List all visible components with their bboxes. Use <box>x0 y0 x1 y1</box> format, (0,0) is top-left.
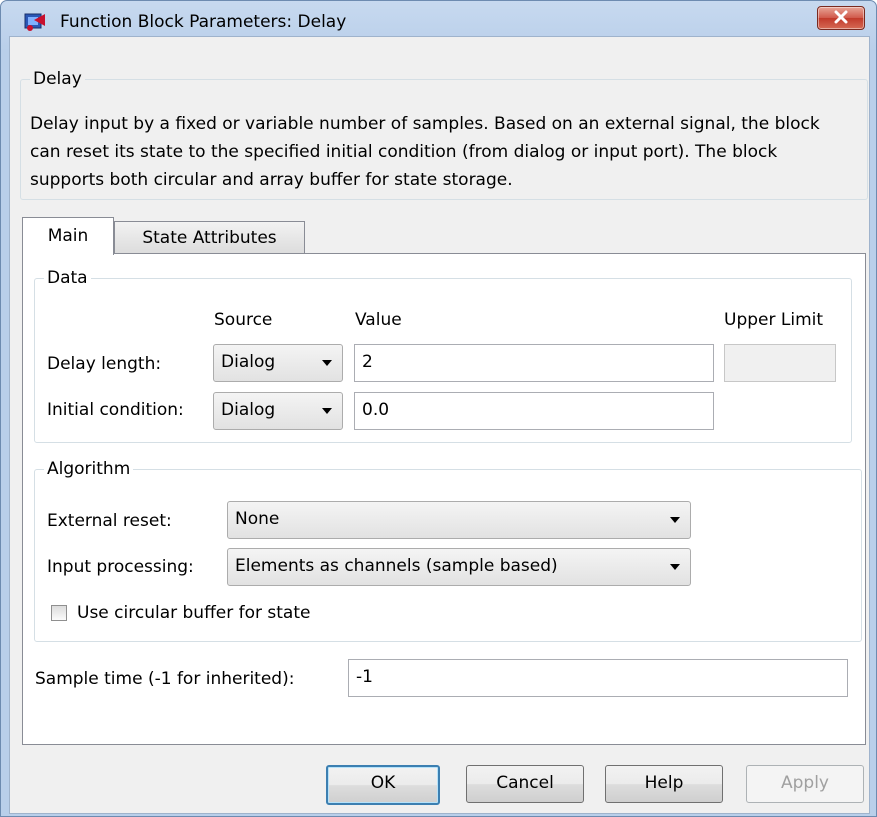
delay-length-value-field[interactable]: 2 <box>354 344 714 382</box>
upper-limit-column-header: Upper Limit <box>724 310 824 330</box>
chevron-down-icon <box>322 360 332 366</box>
upper-limit-field <box>724 344 836 382</box>
window-title: Function Block Parameters: Delay <box>60 12 347 32</box>
input-processing-dropdown[interactable]: Elements as channels (sample based) <box>227 548 691 586</box>
delay-length-source-value: Dialog <box>221 352 276 372</box>
help-button[interactable]: Help <box>605 765 723 803</box>
delay-length-value: 2 <box>362 352 373 372</box>
initial-condition-source-value: Dialog <box>221 400 276 420</box>
apply-button[interactable]: Apply <box>746 765 864 803</box>
source-column-header: Source <box>214 310 273 330</box>
block-description: Delay input by a fixed or variable numbe… <box>30 114 820 190</box>
sample-time-field[interactable]: -1 <box>348 659 848 697</box>
dialog-window: Function Block Parameters: Delay Delay D… <box>0 0 877 817</box>
initial-condition-value-field[interactable]: 0.0 <box>354 392 714 430</box>
algorithm-group-label: Algorithm <box>44 459 134 479</box>
input-processing-value: Elements as channels (sample based) <box>235 556 558 576</box>
external-reset-label: External reset: <box>47 511 172 531</box>
chevron-down-icon <box>322 408 332 414</box>
delay-length-source-dropdown[interactable]: Dialog <box>213 344 343 382</box>
delay-length-label: Delay length: <box>47 354 162 374</box>
close-icon <box>834 10 848 24</box>
value-column-header: Value <box>355 310 402 330</box>
sample-time-label: Sample time (-1 for inherited): <box>35 669 295 689</box>
chevron-down-icon <box>670 564 680 570</box>
initial-condition-value: 0.0 <box>362 400 390 420</box>
circular-buffer-label[interactable]: Use circular buffer for state <box>77 603 310 623</box>
cancel-button[interactable]: Cancel <box>466 765 584 803</box>
tab-state-attributes[interactable]: State Attributes <box>114 221 305 254</box>
close-button[interactable] <box>817 6 865 30</box>
simulink-block-icon <box>24 13 45 31</box>
external-reset-dropdown[interactable]: None <box>227 501 691 539</box>
tab-main[interactable]: Main <box>22 217 114 255</box>
circular-buffer-checkbox[interactable] <box>51 605 67 621</box>
ok-button[interactable]: OK <box>326 765 440 805</box>
external-reset-value: None <box>235 509 280 529</box>
description-group-label: Delay <box>30 69 85 89</box>
initial-condition-label: Initial condition: <box>47 400 184 420</box>
sample-time-value: -1 <box>356 667 373 687</box>
initial-condition-source-dropdown[interactable]: Dialog <box>213 392 343 430</box>
data-group-label: Data <box>44 268 91 288</box>
chevron-down-icon <box>670 517 680 523</box>
input-processing-label: Input processing: <box>47 557 194 577</box>
